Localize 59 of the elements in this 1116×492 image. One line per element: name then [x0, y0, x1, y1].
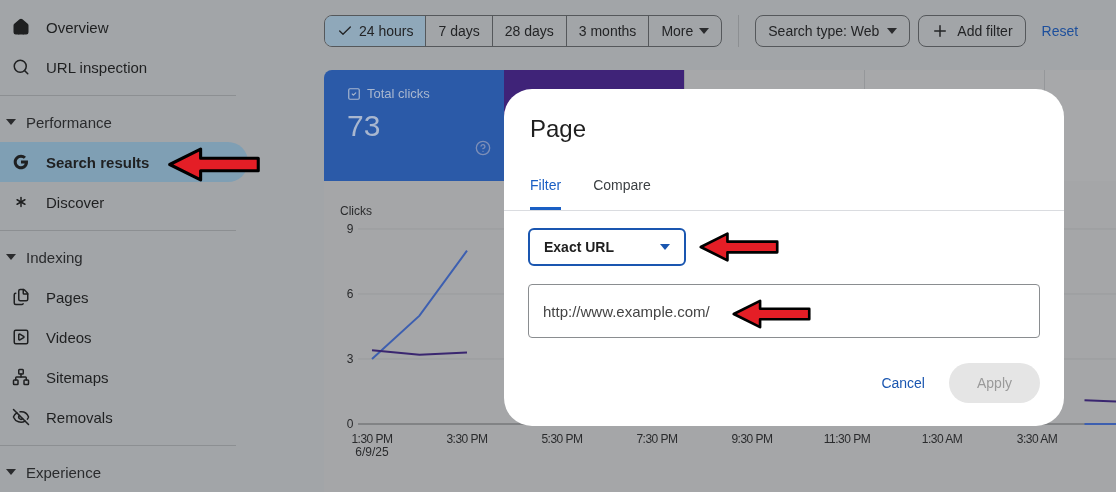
search-icon [12, 58, 30, 76]
nav-item[interactable]: Sitemaps [0, 357, 248, 397]
section-header[interactable]: Experience [0, 452, 248, 492]
arrow-icon [167, 147, 261, 182]
x-tick-label: 3:30 PM [446, 432, 488, 446]
date-label: 6/9/25 [355, 445, 389, 459]
metric-card[interactable]: Total clicks 73 [324, 70, 504, 181]
x-tick-label: 1:30 PM [351, 432, 393, 446]
nav-item[interactable]: Removals [0, 397, 248, 437]
caret-icon [6, 119, 16, 125]
section-header[interactable]: Indexing [0, 237, 248, 277]
sitemap-icon [12, 368, 30, 386]
caret-icon [6, 469, 16, 475]
add-filter-button[interactable]: Add filter [918, 15, 1026, 47]
checkbox-icon[interactable] [347, 86, 361, 101]
x-tick-label: 11:30 PM [823, 432, 871, 446]
y-tick-label: 3 [346, 352, 354, 366]
url-input-field[interactable]: http://www.example.com/ [528, 284, 1040, 338]
x-tick-label: 3:30 AM [1016, 432, 1058, 446]
nav-item[interactable]: URL inspection [0, 47, 248, 87]
arrow-icon [699, 229, 779, 265]
cancel-button[interactable]: Cancel [871, 363, 935, 403]
nav-item[interactable]: Videos [0, 317, 248, 357]
range-option[interactable]: 28 days [491, 16, 566, 46]
axis-title: Clicks [340, 204, 372, 218]
caret-icon [660, 244, 670, 250]
arrow-icon [732, 297, 811, 331]
search-type-dropdown[interactable]: Search type: Web [755, 15, 911, 47]
home-icon [12, 18, 30, 36]
y-tick-label: 0 [346, 417, 354, 431]
g-logo-icon [12, 153, 30, 171]
y-tick-label: 6 [346, 287, 354, 301]
caret-icon [6, 254, 16, 260]
nav-item[interactable]: Pages [0, 277, 248, 317]
dialog-title: Page [529, 115, 588, 143]
pages-icon [12, 288, 30, 306]
x-tick-label: 1:30 AM [921, 432, 963, 446]
more-dropdown[interactable]: More [648, 16, 722, 46]
caret-icon [887, 28, 898, 34]
eye-off-icon [12, 408, 30, 426]
nav-item[interactable]: Discover [0, 182, 248, 222]
tab[interactable]: Compare [593, 177, 651, 210]
section-header[interactable]: Performance [0, 102, 248, 142]
range-option[interactable]: 3 months [565, 16, 649, 46]
y-tick-label: 9 [346, 222, 354, 236]
metric-label: Total clicks [367, 86, 430, 101]
nav-item[interactable]: Overview [0, 7, 248, 47]
caret-icon [699, 28, 710, 34]
x-tick-label: 9:30 PM [731, 432, 773, 446]
range-option[interactable]: 7 days [425, 16, 492, 46]
video-icon [12, 328, 30, 346]
match-type-dropdown[interactable]: Exact URL [528, 228, 686, 266]
metric-value: 73 [347, 109, 382, 143]
tab[interactable]: Filter [530, 177, 562, 210]
range-option[interactable]: 24 hours [325, 16, 426, 46]
x-tick-label: 7:30 PM [636, 432, 678, 446]
x-tick-label: 5:30 PM [541, 432, 583, 446]
reset-link[interactable]: Reset [1041, 23, 1079, 39]
help-icon[interactable] [475, 140, 491, 156]
